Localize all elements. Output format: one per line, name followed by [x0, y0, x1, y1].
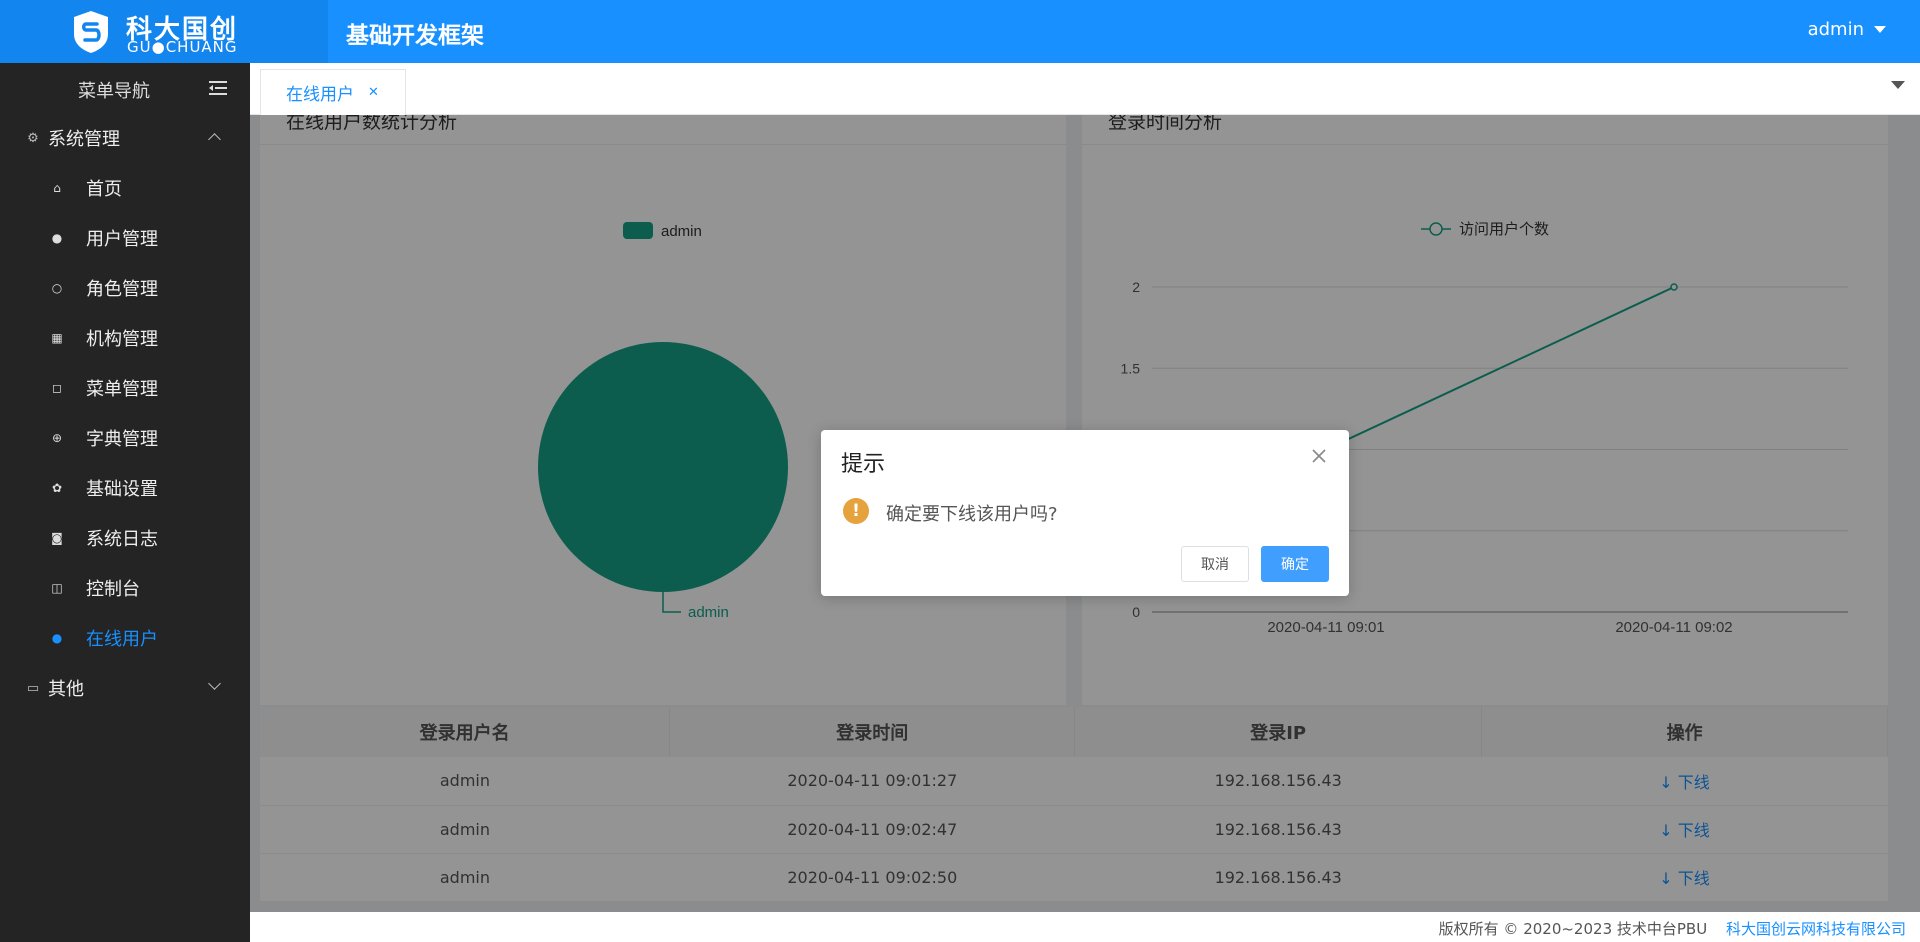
sidebar-item-home[interactable]: ⌂ 首页 [0, 163, 250, 213]
tabs-bar: 在线用户 ✕ [250, 63, 1920, 115]
sidebar-item-label: 字典管理 [86, 429, 158, 450]
sidebar-group-label: 其他 [48, 679, 84, 700]
close-icon[interactable] [1311, 448, 1327, 464]
top-header: 科大国创 GU●CHUANG 基础开发框架 admin [0, 0, 1920, 63]
sidebar-group-system[interactable]: ⚙ 系统管理 [0, 113, 250, 163]
sidebar-item-label: 系统日志 [86, 529, 158, 550]
dialog-message: 确定要下线该用户吗? [886, 504, 1058, 525]
sidebar-header: 菜单导航 [0, 63, 250, 113]
sidebar-item-dict[interactable]: ⊕ 字典管理 [0, 413, 250, 463]
sidebar-item-label: 控制台 [86, 579, 140, 600]
sidebar-item-console[interactable]: ◫ 控制台 [0, 563, 250, 613]
sidebar-item-label: 基础设置 [86, 479, 158, 500]
user-menu[interactable]: admin [1808, 19, 1886, 40]
sidebar-item-label: 在线用户 [86, 629, 158, 650]
sidebar-item-label: 角色管理 [86, 279, 158, 300]
close-icon[interactable]: ✕ [368, 85, 379, 100]
sidebar-group-label: 系统管理 [48, 129, 120, 150]
confirm-dialog: 提示 ! 确定要下线该用户吗? 取消 确定 [821, 430, 1349, 596]
grid-icon: ▦ [51, 331, 63, 345]
user-name: admin [1807, 19, 1864, 40]
camera-icon: ◙ [51, 531, 63, 545]
dialog-title: 提示 [841, 452, 886, 477]
tab-label: 在线用户 [286, 85, 354, 105]
warning-icon: ! [843, 498, 869, 524]
sidebar: 菜单导航 ⚙ 系统管理 ⌂ 首页 ● 用户管理 ○ 角色管理 ▦ 机构管理 ◻ … [0, 63, 250, 942]
sidebar-item-users[interactable]: ● 用户管理 [0, 213, 250, 263]
tabs-dropdown-icon[interactable] [1891, 81, 1905, 89]
tab-online-users[interactable]: 在线用户 ✕ [260, 69, 406, 115]
logo-text-en: GU●CHUANG [127, 38, 238, 56]
sidebar-item-label: 菜单管理 [86, 379, 158, 400]
sidebar-item-online-users[interactable]: ● 在线用户 [0, 613, 250, 663]
book-icon: ◫ [51, 581, 63, 595]
user-icon: ● [51, 231, 63, 245]
app-title: 基础开发框架 [346, 23, 484, 49]
chevron-down-icon [208, 677, 221, 690]
plus-circle-icon: ⊕ [51, 431, 63, 445]
footer-copyright: 版权所有 © 2020~2023 技术中台PBU [1438, 920, 1708, 938]
sidebar-group-other[interactable]: ▭ 其他 [0, 663, 250, 713]
sidebar-item-logs[interactable]: ◙ 系统日志 [0, 513, 250, 563]
caret-down-icon [1874, 26, 1886, 33]
user-outline-icon: ○ [51, 281, 63, 295]
collapse-menu-icon[interactable] [209, 80, 227, 96]
footer: 版权所有 © 2020~2023 技术中台PBU 科大国创云网科技有限公司 [250, 912, 1920, 942]
sidebar-item-label: 首页 [86, 179, 122, 200]
sidebar-item-orgs[interactable]: ▦ 机构管理 [0, 313, 250, 363]
sidebar-item-label: 用户管理 [86, 229, 158, 250]
logo-shield-icon [74, 11, 108, 53]
logo-area: 科大国创 GU●CHUANG [0, 0, 328, 63]
chevron-up-icon [208, 133, 221, 146]
sidebar-item-roles[interactable]: ○ 角色管理 [0, 263, 250, 313]
folder-icon: ▭ [26, 680, 40, 696]
footer-company-link[interactable]: 科大国创云网科技有限公司 [1726, 920, 1906, 938]
cog-icon: ✿ [51, 481, 63, 495]
sidebar-item-menus[interactable]: ◻ 菜单管理 [0, 363, 250, 413]
user-icon: ● [51, 631, 63, 645]
cancel-button[interactable]: 取消 [1181, 546, 1249, 582]
bag-icon: ◻ [52, 381, 62, 395]
confirm-button[interactable]: 确定 [1261, 546, 1329, 582]
footer-text: 版权所有 © 2020~2023 技术中台PBU 科大国创云网科技有限公司 [1439, 918, 1906, 939]
sidebar-item-label: 机构管理 [86, 329, 158, 350]
sidebar-item-settings[interactable]: ✿ 基础设置 [0, 463, 250, 513]
settings-gear-icon: ⚙ [27, 130, 39, 146]
home-icon: ⌂ [53, 181, 61, 195]
sidebar-title: 菜单导航 [78, 81, 150, 102]
